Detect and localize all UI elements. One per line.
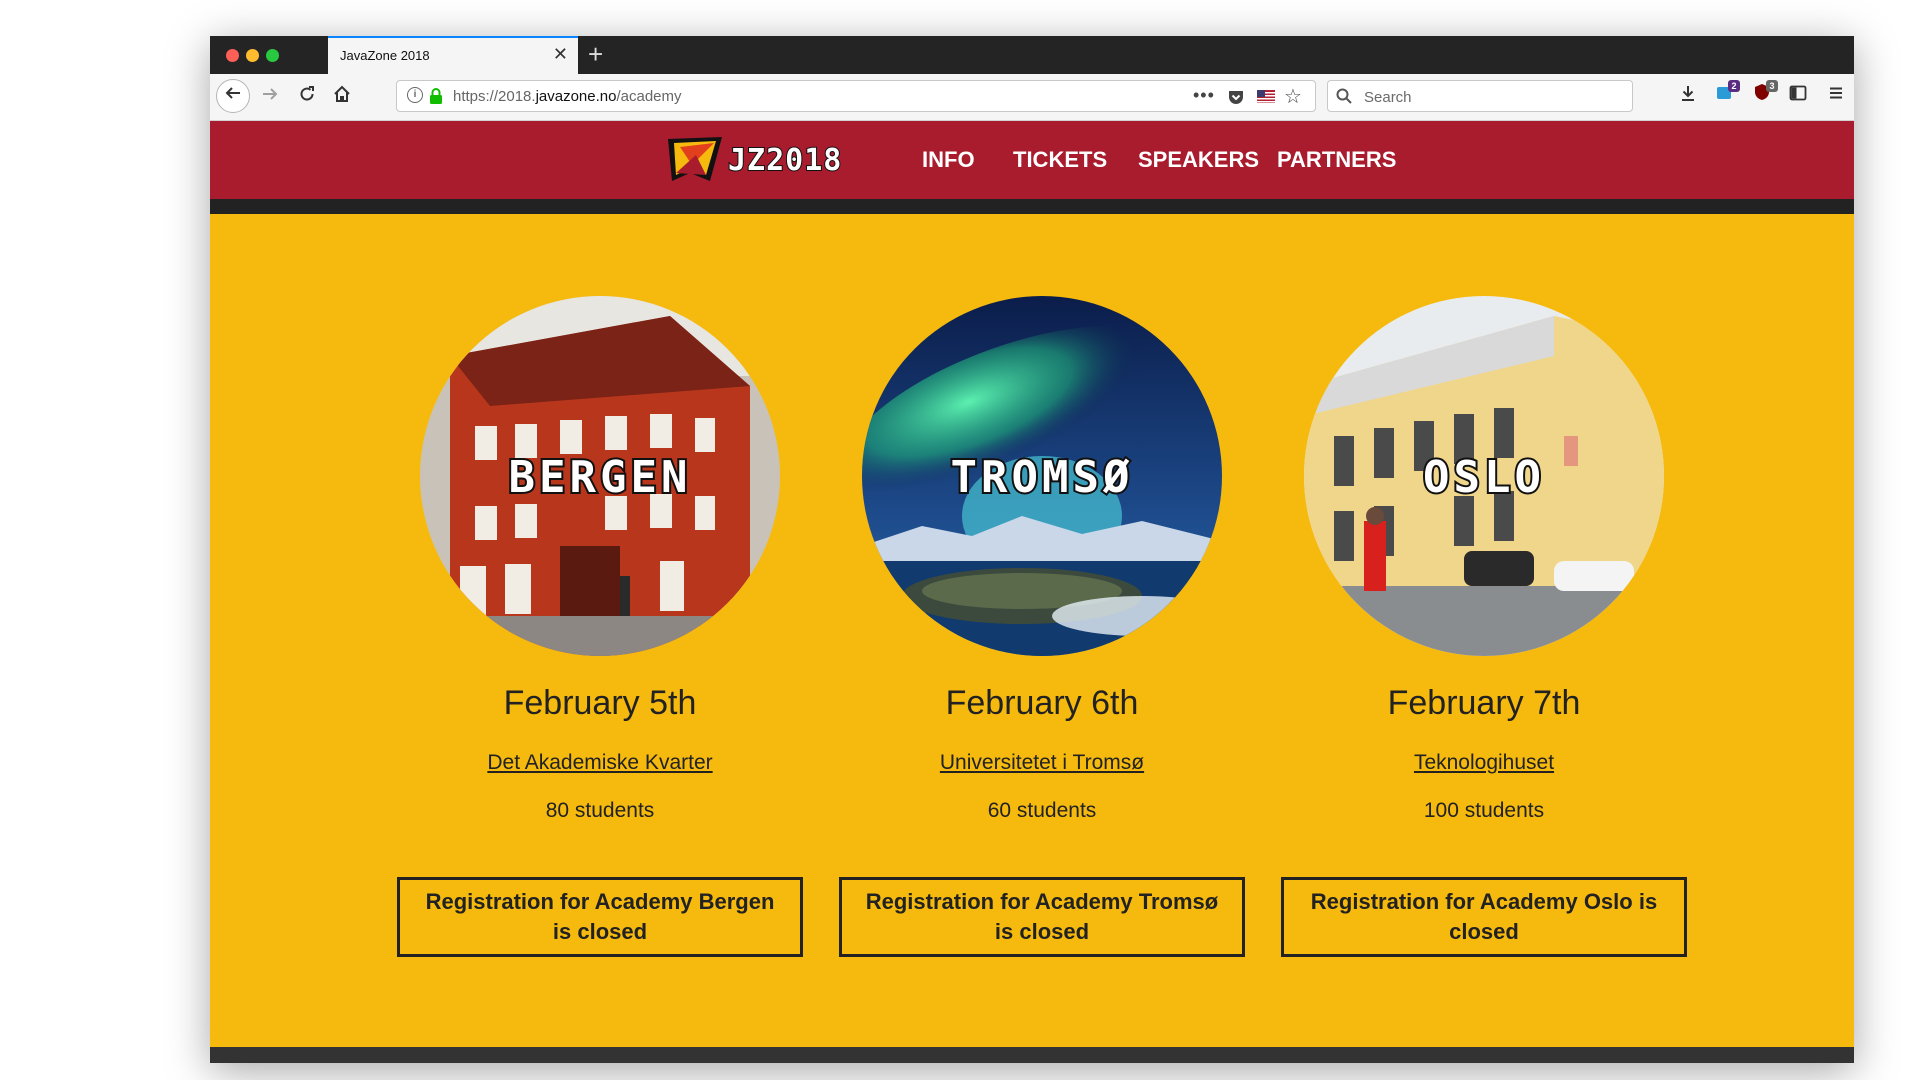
nav-partners[interactable]: PARTNERS <box>1277 147 1396 173</box>
sidebar-icon <box>1789 85 1807 101</box>
site-header: JZ2018 INFO TICKETS SPEAKERS PARTNERS <box>210 121 1854 199</box>
lock-icon[interactable] <box>429 87 443 110</box>
venue-link[interactable]: Det Akademiske Kvarter <box>487 751 712 775</box>
menu-button[interactable] <box>1822 82 1850 110</box>
reload-icon <box>300 86 314 101</box>
extension-button-2[interactable]: 3 <box>1748 80 1778 110</box>
reload-button[interactable] <box>292 82 322 112</box>
url-prefix: https://2018. <box>453 88 536 105</box>
home-icon <box>334 85 350 102</box>
logo-text: JZ2018 <box>727 142 843 179</box>
logo-emblem-icon <box>668 137 722 181</box>
tab-title: JavaZone 2018 <box>340 48 430 63</box>
oslo-image: OSLO <box>1304 296 1664 656</box>
city-label: BERGEN <box>507 450 692 505</box>
nav-info[interactable]: INFO <box>922 147 975 173</box>
close-window-button[interactable] <box>226 49 239 62</box>
venue-link[interactable]: Teknologihuset <box>1414 751 1554 775</box>
forward-button[interactable] <box>255 82 285 112</box>
academy-date: February 5th <box>503 684 697 722</box>
bookmark-star-icon[interactable]: ☆ <box>1284 84 1302 109</box>
city-label: TROMSØ <box>949 450 1134 505</box>
back-button[interactable] <box>216 79 250 113</box>
academy-tromso: TROMSØ February 6th Universitetet i Trom… <box>832 296 1252 957</box>
bergen-image: BERGEN <box>420 296 780 656</box>
search-input[interactable] <box>1362 85 1626 109</box>
browser-toolbar: i https://2018.javazone.no/academy ••• ☆ <box>210 74 1854 121</box>
browser-window: JavaZone 2018 ✕ + i https://2018.javazon… <box>210 36 1854 1063</box>
home-button[interactable] <box>327 82 357 112</box>
url-text[interactable]: https://2018.javazone.no/academy <box>453 88 682 105</box>
nav-tickets[interactable]: TICKETS <box>1013 147 1107 173</box>
extension-badge: 2 <box>1728 80 1740 92</box>
tromso-image: TROMSØ <box>862 296 1222 656</box>
student-count: 100 students <box>1423 799 1545 822</box>
footer-strip <box>210 1047 1854 1063</box>
nav-speakers[interactable]: SPEAKERS <box>1138 147 1259 173</box>
url-domain: javazone.no <box>535 88 617 105</box>
academy-date: February 7th <box>1387 684 1581 722</box>
us-flag-icon[interactable] <box>1257 90 1275 103</box>
info-icon[interactable]: i <box>407 87 423 103</box>
minimize-window-button[interactable] <box>246 49 259 62</box>
arrow-left-icon <box>225 87 240 99</box>
arrow-right-icon <box>263 88 278 100</box>
url-path: /academy <box>616 88 682 105</box>
student-count: 80 students <box>545 799 655 822</box>
hamburger-icon <box>1830 87 1842 99</box>
academy-date: February 6th <box>945 684 1139 722</box>
search-bar[interactable] <box>1327 80 1633 112</box>
venue-link[interactable]: Universitetet i Tromsø <box>940 751 1144 775</box>
download-icon <box>1682 86 1694 101</box>
jz2018-logo[interactable]: JZ2018 <box>666 135 876 183</box>
maximize-window-button[interactable] <box>266 49 279 62</box>
extension-button-1[interactable]: 2 <box>1710 80 1740 110</box>
search-icon <box>1336 88 1352 109</box>
new-tab-button[interactable]: + <box>588 39 603 69</box>
city-label: OSLO <box>1421 450 1545 505</box>
tab-javazone[interactable]: JavaZone 2018 ✕ <box>328 36 578 74</box>
page-actions-button[interactable]: ••• <box>1193 85 1215 106</box>
registration-closed-button[interactable]: Registration for Academy Oslo is closed <box>1281 877 1687 957</box>
header-divider <box>210 199 1854 214</box>
registration-closed-button[interactable]: Registration for Academy Tromsø is close… <box>839 877 1245 957</box>
downloads-button[interactable] <box>1674 82 1702 110</box>
sidebar-button[interactable] <box>1784 82 1812 110</box>
academy-oslo: OSLO February 7th Teknologihuset 100 stu… <box>1274 296 1694 957</box>
registration-closed-button[interactable]: Registration for Academy Bergen is close… <box>397 877 803 957</box>
address-bar[interactable]: i https://2018.javazone.no/academy ••• ☆ <box>396 80 1316 112</box>
tab-strip: JavaZone 2018 ✕ + <box>210 36 1854 74</box>
academy-bergen: BERGEN February 5th Det Akademiske Kvart… <box>390 296 810 957</box>
extension-badge: 3 <box>1766 80 1778 92</box>
student-count: 60 students <box>987 799 1097 822</box>
pocket-icon[interactable] <box>1227 88 1245 111</box>
tab-close-icon[interactable]: ✕ <box>553 44 568 64</box>
